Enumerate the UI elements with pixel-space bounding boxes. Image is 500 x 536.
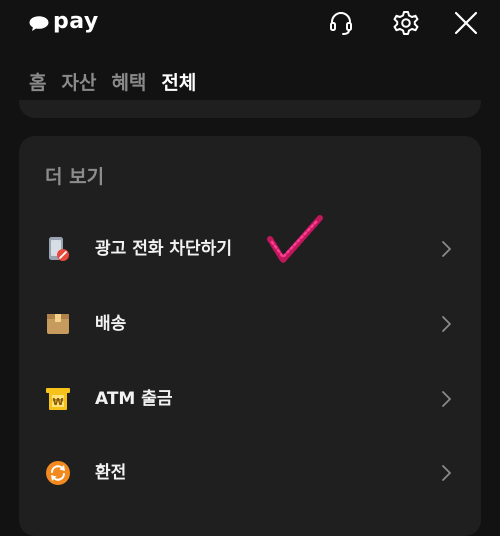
checkmark-annotation-icon xyxy=(267,213,323,265)
list-item-label: ATM 출금 xyxy=(95,389,173,409)
list-item-label: 환전 xyxy=(95,463,127,483)
tab-benefits[interactable]: 혜택 xyxy=(111,68,146,98)
logo-text: pay xyxy=(53,9,99,34)
more-section-card: 더 보기 광고 전화 차단하기 배송 ₩ ATM 출금 환전 xyxy=(19,136,481,536)
chevron-right-icon xyxy=(439,315,453,333)
speech-bubble-icon xyxy=(29,16,49,31)
tab-home[interactable]: 홈 xyxy=(29,68,46,98)
list-item-label: 배송 xyxy=(95,314,127,334)
list-item-call-block[interactable]: 광고 전화 차단하기 xyxy=(19,219,481,279)
tab-assets[interactable]: 자산 xyxy=(61,68,96,98)
section-title: 더 보기 xyxy=(45,166,105,188)
phone-block-icon xyxy=(45,236,71,262)
atm-icon: ₩ xyxy=(45,386,71,412)
list-item-delivery[interactable]: 배송 xyxy=(19,294,481,354)
list-item-label: 광고 전화 차단하기 xyxy=(95,239,232,259)
chevron-right-icon xyxy=(439,240,453,258)
list-item-exchange[interactable]: 환전 xyxy=(19,443,481,503)
exchange-icon xyxy=(45,460,71,486)
main-tabs: 홈 자산 혜택 전체 xyxy=(29,68,211,109)
list-item-atm[interactable]: ₩ ATM 출금 xyxy=(19,369,481,429)
previous-card-edge xyxy=(19,100,481,118)
close-icon[interactable] xyxy=(452,9,480,37)
svg-text:₩: ₩ xyxy=(52,397,63,408)
headset-icon[interactable] xyxy=(327,9,355,37)
package-icon xyxy=(45,311,71,337)
pay-logo: pay xyxy=(29,9,99,35)
tab-all[interactable]: 전체 xyxy=(152,68,206,109)
app-header: pay xyxy=(0,0,500,52)
chevron-right-icon xyxy=(439,390,453,408)
gear-icon[interactable] xyxy=(392,9,420,37)
chevron-right-icon xyxy=(439,464,453,482)
